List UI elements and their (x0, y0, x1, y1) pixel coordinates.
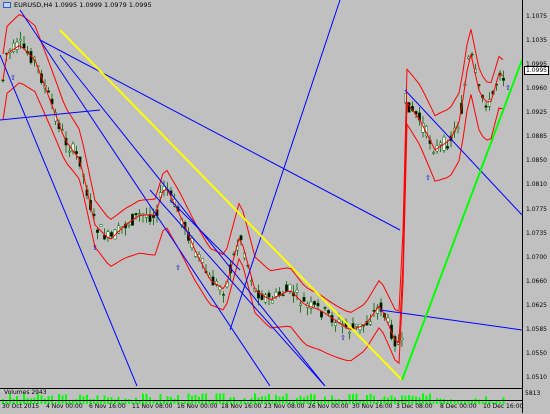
candle-body (439, 142, 442, 146)
candle-body (1, 79, 5, 82)
time-label: 6 Nov 16:00 (89, 403, 126, 410)
price-label: 1.0700 (526, 253, 547, 261)
volumes-label: Volumes 2943 (4, 389, 47, 396)
symbol-title: EURUSD,H4 (14, 1, 53, 9)
candle-body (348, 332, 351, 334)
price-label: 1.0660 (526, 277, 547, 285)
price-label: 1.0625 (526, 301, 547, 309)
candle-body (271, 300, 274, 304)
time-label: 23 Nov 08:00 (264, 403, 305, 410)
candle-body (96, 229, 99, 233)
time-label: 26 Nov 00:00 (308, 403, 349, 410)
candle-body (446, 146, 449, 149)
candle-body (274, 291, 278, 297)
candle-body (320, 311, 323, 318)
channel-line (169, 199, 241, 271)
candle-body (323, 307, 327, 309)
time-label: 18 Nov 16:00 (221, 403, 262, 410)
candle-body (327, 309, 330, 314)
candle-body (134, 213, 138, 216)
candle-body (47, 90, 50, 93)
time-label: 16 Nov 00:00 (177, 403, 218, 410)
candle-body (127, 224, 131, 226)
time-label: 30 Nov 16:00 (352, 403, 393, 410)
price-label: 1.0925 (526, 109, 547, 117)
candle-body (295, 289, 299, 293)
ohlc-values: 1.0995 1.0999 1.0979 1.0995 (54, 1, 152, 9)
candle-body (15, 41, 19, 50)
bollinger-lower (2, 82, 504, 365)
channel-line (39, 39, 401, 231)
candle-body (400, 337, 404, 341)
channel-line (0, 54, 138, 386)
candle-body (302, 297, 306, 302)
candle-body (299, 303, 302, 306)
candle-body (281, 294, 285, 297)
candle-body (467, 56, 470, 59)
candle-body (456, 127, 460, 129)
time-axis: 30 Oct 2015 4 Nov 00:00 6 Nov 16:00 11 Nov … (0, 400, 524, 414)
chart-plot-area[interactable]: ⇧ ⇧ ⇧ ⇧ ⇧ ⇧ EURUSD,H4 1.0995 1.0999 1.0979 1.… (0, 0, 522, 386)
price-label: 1.0775 (526, 205, 547, 213)
fractal-arrow-icon: ⇧ (92, 244, 98, 252)
candle-body (19, 38, 22, 42)
channel-line (0, 109, 101, 121)
chart-symbol-icon (3, 2, 11, 8)
candle-body (502, 77, 505, 81)
price-label: 1.0585 (526, 325, 547, 333)
time-label: 30 Oct 2015 (2, 403, 40, 410)
channel-line (19, 9, 271, 386)
fractal-arrow-icon: ⇧ (175, 264, 181, 272)
price-chart[interactable]: ⇧ ⇧ ⇧ ⇧ ⇧ ⇧ (0, 0, 522, 386)
fractal-arrow-icon: ⇧ (425, 174, 431, 182)
time-label: 3 Dec 08:00 (396, 403, 433, 410)
candle-body (110, 232, 113, 237)
candle-body (201, 258, 204, 263)
price-label: 1.0885 (526, 133, 547, 141)
candle-body (99, 224, 103, 227)
candle-body (484, 105, 488, 108)
price-label: 1.0850 (526, 157, 547, 165)
fractal-arrow-icon: ⇧ (505, 84, 511, 92)
candle-body (355, 324, 358, 327)
bollinger-middle (2, 45, 504, 344)
time-label: 11 Nov 08:00 (132, 403, 173, 410)
price-label: 1.0960 (526, 85, 547, 93)
candle-body (239, 235, 243, 241)
channel-line (59, 54, 326, 386)
chart-title: EURUSD,H4 1.0995 1.0999 1.0979 1.0995 (14, 1, 152, 9)
volumes-scale-label: 5813 (525, 390, 541, 397)
price-label: 1.1035 (526, 37, 547, 45)
fractal-arrow-icon: ⇧ (340, 334, 346, 342)
candle-body (488, 99, 491, 107)
price-label: 1.0550 (526, 349, 547, 357)
price-label: 1.0735 (526, 229, 547, 237)
time-label: 8 Dec 00:00 (440, 403, 477, 410)
fractal-arrow-icon: ⇧ (10, 74, 16, 82)
candle-body (334, 322, 337, 327)
candle-body (316, 302, 320, 307)
candle-body (222, 294, 225, 296)
candle-body (138, 213, 141, 215)
current-price-label: 1.0995 (524, 66, 549, 75)
price-scale[interactable]: 1.1075 1.1035 1.0995 1.0960 1.0925 1.0885 1.08… (522, 0, 550, 413)
price-label: 1.0810 (526, 181, 547, 189)
channel-line (229, 0, 341, 331)
candle-body (267, 292, 271, 298)
time-label: 10 Dec 16:00 (483, 403, 524, 410)
candle-body (313, 301, 316, 305)
channel-line (149, 189, 326, 386)
candle-body (369, 321, 372, 325)
candle-body (68, 150, 71, 153)
candle-body (285, 284, 288, 292)
price-label: 1.1075 (526, 13, 547, 20)
time-label: 4 Nov 00:00 (46, 403, 83, 410)
price-label: 1.0510 (526, 374, 547, 381)
candle-body (432, 152, 435, 154)
